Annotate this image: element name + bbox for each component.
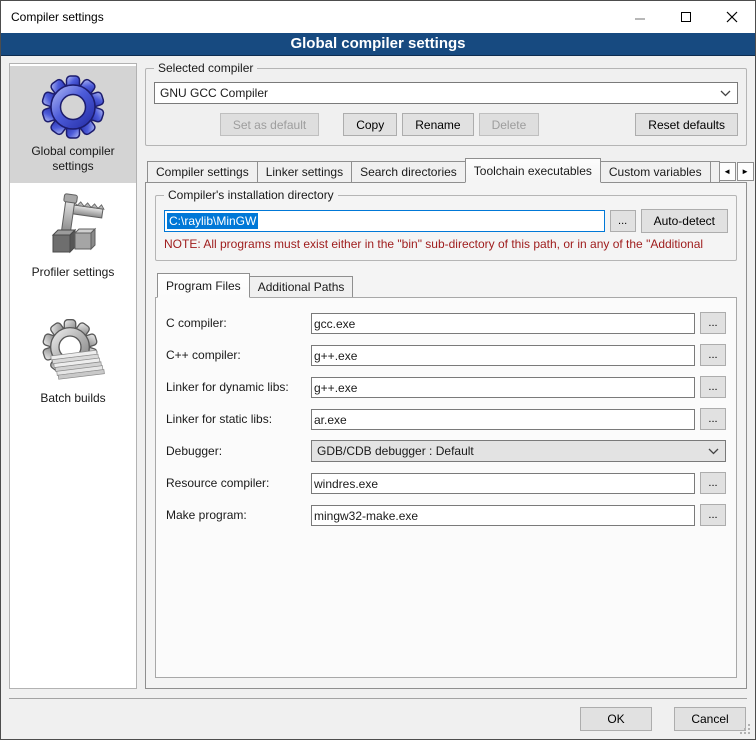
resource-compiler-label: Resource compiler: (166, 476, 311, 490)
sidebar-item-label: Global compiler settings (12, 144, 134, 174)
compiler-buttons-row: Set as default Copy Rename Delete Reset … (154, 113, 738, 136)
sidebar-item-batch-builds[interactable]: Batch builds (10, 311, 136, 415)
sidebar-item-global-compiler-settings[interactable]: Global compiler settings (10, 66, 136, 183)
c-compiler-value: gcc.exe (314, 317, 355, 331)
installation-directory-group-label: Compiler's installation directory (164, 188, 338, 202)
tab-additional-paths[interactable]: Additional Paths (249, 276, 354, 297)
ok-button[interactable]: OK (580, 707, 652, 731)
static-linker-browse-button[interactable]: ... (700, 408, 726, 430)
make-program-label: Make program: (166, 508, 311, 522)
reset-defaults-button[interactable]: Reset defaults (635, 113, 738, 136)
settings-sidebar: Global compiler settings (9, 63, 137, 689)
field-row-c-compiler: C compiler: gcc.exe ... (166, 312, 726, 334)
resource-compiler-browse-button[interactable]: ... (700, 472, 726, 494)
sidebar-item-label: Batch builds (12, 391, 134, 406)
auto-detect-button[interactable]: Auto-detect (641, 209, 728, 233)
minimize-button[interactable] (617, 1, 663, 33)
resource-compiler-input[interactable]: windres.exe (311, 473, 695, 494)
chevron-down-icon (720, 90, 731, 97)
cpp-compiler-browse-button[interactable]: ... (700, 344, 726, 366)
maximize-icon (681, 12, 691, 22)
compiler-select[interactable]: GNU GCC Compiler (154, 82, 738, 104)
settings-tab-strip: Compiler settings Linker settings Search… (145, 158, 747, 182)
tab-search-directories[interactable]: Search directories (351, 161, 466, 182)
installation-directory-input[interactable]: C:\raylib\MinGW (164, 210, 605, 232)
sidebar-item-label: Profiler settings (12, 265, 134, 280)
installation-directory-group: Compiler's installation directory C:\ray… (155, 195, 737, 261)
rename-button[interactable]: Rename (402, 113, 473, 136)
tab-scroll-right-button[interactable]: ► (737, 162, 754, 181)
field-row-dynamic-linker: Linker for dynamic libs: g++.exe ... (166, 376, 726, 398)
field-row-static-linker: Linker for static libs: ar.exe ... (166, 408, 726, 430)
tab-custom-variables[interactable]: Custom variables (600, 161, 711, 182)
make-program-value: mingw32-make.exe (314, 509, 418, 523)
gray-gear-stack-icon (40, 319, 106, 387)
arrow-left-icon: ◄ (723, 167, 731, 176)
field-row-cpp-compiler: C++ compiler: g++.exe ... (166, 344, 726, 366)
title-bar: Compiler settings (1, 1, 755, 33)
cpp-compiler-input[interactable]: g++.exe (311, 345, 695, 366)
c-compiler-input[interactable]: gcc.exe (311, 313, 695, 334)
field-row-debugger: Debugger: GDB/CDB debugger : Default (166, 440, 726, 462)
resource-compiler-value: windres.exe (314, 477, 378, 491)
static-linker-input[interactable]: ar.exe (311, 409, 695, 430)
field-row-make-program: Make program: mingw32-make.exe ... (166, 504, 726, 526)
programs-tab-strip: Program Files Additional Paths (155, 273, 737, 297)
minimize-icon (634, 11, 646, 23)
tab-scroll-controls: ◄ ► (719, 162, 754, 181)
installation-directory-browse-button[interactable]: ... (610, 210, 636, 232)
static-linker-label: Linker for static libs: (166, 412, 311, 426)
footer-button-row: OK Cancel (1, 699, 755, 739)
sidebar-item-profiler-settings[interactable]: Profiler settings (10, 183, 136, 289)
installation-directory-value: C:\raylib\MinGW (167, 213, 258, 229)
chevron-down-icon (708, 448, 719, 455)
program-files-panel: C compiler: gcc.exe ... C++ compiler: g+… (155, 297, 737, 678)
caliper-icon (41, 191, 105, 261)
selected-compiler-group-label: Selected compiler (154, 61, 257, 75)
compiler-select-value: GNU GCC Compiler (160, 86, 268, 100)
window-title: Compiler settings (1, 10, 617, 24)
dynamic-linker-value: g++.exe (314, 381, 357, 395)
close-button[interactable] (709, 1, 755, 33)
dynamic-linker-browse-button[interactable]: ... (700, 376, 726, 398)
bin-subdirectory-note: NOTE: All programs must exist either in … (164, 237, 728, 251)
make-program-input[interactable]: mingw32-make.exe (311, 505, 695, 526)
toolchain-executables-panel: Compiler's installation directory C:\ray… (145, 182, 747, 689)
dynamic-linker-label: Linker for dynamic libs: (166, 380, 311, 394)
tab-scroll-left-button[interactable]: ◄ (719, 162, 736, 181)
tab-compiler-settings[interactable]: Compiler settings (147, 161, 258, 182)
debugger-value: GDB/CDB debugger : Default (317, 444, 474, 458)
maximize-button[interactable] (663, 1, 709, 33)
c-compiler-browse-button[interactable]: ... (700, 312, 726, 334)
blue-gear-icon (40, 74, 106, 140)
debugger-label: Debugger: (166, 444, 311, 458)
close-icon (726, 11, 738, 23)
debugger-select[interactable]: GDB/CDB debugger : Default (311, 440, 726, 462)
c-compiler-label: C compiler: (166, 316, 311, 330)
field-row-resource-compiler: Resource compiler: windres.exe ... (166, 472, 726, 494)
cpp-compiler-label: C++ compiler: (166, 348, 311, 362)
tab-program-files[interactable]: Program Files (157, 273, 250, 298)
copy-button[interactable]: Copy (343, 113, 397, 136)
tab-toolchain-executables[interactable]: Toolchain executables (465, 158, 601, 183)
static-linker-value: ar.exe (314, 413, 347, 427)
window-controls (617, 1, 755, 33)
page-title: Global compiler settings (1, 33, 755, 56)
main-panel: Selected compiler GNU GCC Compiler Set a… (145, 63, 747, 689)
cpp-compiler-value: g++.exe (314, 349, 357, 363)
cancel-button[interactable]: Cancel (674, 707, 746, 731)
resize-grip[interactable] (748, 732, 750, 734)
dialog-body: Global compiler settings (1, 56, 755, 698)
selected-compiler-group: Selected compiler GNU GCC Compiler Set a… (145, 68, 747, 146)
installation-directory-row: C:\raylib\MinGW ... Auto-detect (164, 209, 728, 233)
delete-button[interactable]: Delete (479, 113, 540, 136)
set-as-default-button[interactable]: Set as default (220, 113, 319, 136)
compiler-settings-window: Compiler settings Global compiler settin… (0, 0, 756, 740)
tab-linker-settings[interactable]: Linker settings (257, 161, 352, 182)
dynamic-linker-input[interactable]: g++.exe (311, 377, 695, 398)
make-program-browse-button[interactable]: ... (700, 504, 726, 526)
arrow-right-icon: ► (741, 167, 749, 176)
